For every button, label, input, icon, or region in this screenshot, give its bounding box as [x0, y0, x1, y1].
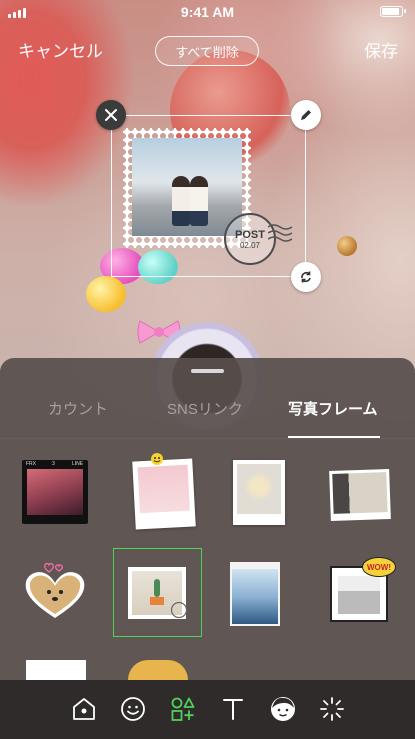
battery-icon: [380, 6, 406, 17]
rotate-resize-button[interactable]: [291, 262, 321, 292]
torn-paper-frame-item[interactable]: [329, 468, 391, 522]
delete-all-button[interactable]: すべて削除: [155, 36, 259, 66]
phone-screen-frame-item[interactable]: [230, 562, 280, 626]
yellow-balloon-sticker[interactable]: [86, 276, 126, 312]
save-button[interactable]: 保存: [364, 37, 398, 62]
cactus-icon: [150, 579, 164, 605]
postage-stamp-frame-item[interactable]: [113, 548, 202, 637]
tab-sns-link[interactable]: SNSリンク: [167, 398, 243, 419]
status-bar: 9:41 AM: [0, 0, 415, 24]
selection-frame: [111, 115, 306, 277]
home-sticker-icon: [73, 698, 95, 720]
category-tabs: カウント SNSリンク 写真フレーム: [0, 390, 415, 438]
polaroid-frame-item[interactable]: [132, 458, 196, 530]
effects-icon: [320, 697, 344, 721]
film-frame-item[interactable]: FRX 3 LINE: [22, 460, 88, 524]
editor-toolbar: [0, 680, 415, 739]
frame-item-partial[interactable]: [26, 660, 86, 680]
frame-item-partial[interactable]: [128, 660, 188, 680]
cancel-button[interactable]: キャンセル: [18, 37, 103, 62]
white-border-frame-item[interactable]: [233, 460, 285, 525]
smiley-sticker-icon: [151, 453, 163, 465]
rotate-icon: [301, 271, 311, 283]
tab-photo-frame[interactable]: 写真フレーム: [288, 398, 378, 419]
wow-badge: WOW!: [362, 557, 396, 577]
tool-avatar[interactable]: [267, 693, 299, 725]
text-icon: [223, 699, 243, 720]
film-label-1: FRX: [26, 461, 36, 467]
heart-frame-item[interactable]: [22, 568, 88, 620]
mini-postmark-icon: [170, 601, 188, 619]
emoji-icon: [121, 697, 145, 721]
amber-balloon: [337, 236, 357, 256]
tab-count[interactable]: カウント: [48, 398, 108, 419]
tool-home-sticker[interactable]: [68, 693, 100, 725]
pencil-icon: [301, 110, 311, 120]
sheet-grabber[interactable]: [191, 369, 224, 373]
avatar-icon: [271, 697, 295, 721]
edit-sticker-button[interactable]: [291, 100, 321, 130]
heart-doodle-icon: [44, 562, 63, 573]
tool-shapes-add[interactable]: [167, 693, 199, 725]
film-label-3: LINE: [72, 461, 84, 467]
status-time: 9:41 AM: [180, 4, 235, 20]
shapes-add-icon: [171, 697, 195, 721]
tool-text[interactable]: [217, 693, 249, 725]
tab-divider: [0, 438, 415, 439]
delete-sticker-button[interactable]: [96, 100, 126, 130]
tool-emoji[interactable]: [117, 693, 149, 725]
close-icon: [105, 109, 117, 121]
tool-effects[interactable]: [316, 693, 348, 725]
film-label-2: 3: [52, 461, 55, 467]
